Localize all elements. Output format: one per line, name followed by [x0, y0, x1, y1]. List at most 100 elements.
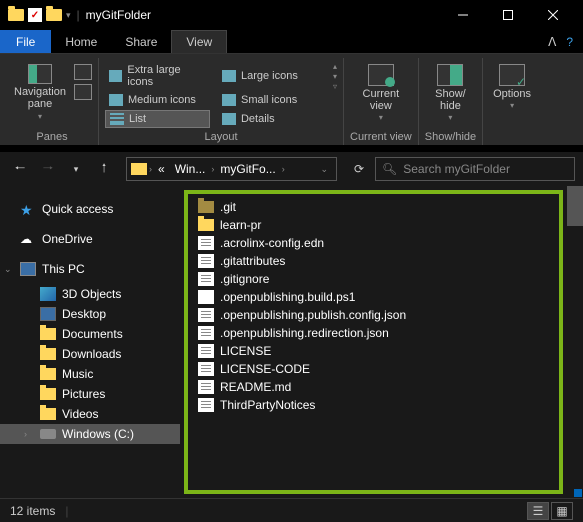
layout-icon [222, 113, 236, 125]
sidebar-item-label: This PC [42, 262, 85, 276]
sidebar-item[interactable]: Downloads [0, 344, 180, 364]
show-hide-button[interactable]: Show/ hide ▾ [431, 62, 470, 125]
tab-share[interactable]: Share [111, 30, 171, 53]
qat-properties-icon[interactable]: ✓ [28, 8, 42, 22]
layout-option[interactable]: List [105, 110, 210, 128]
file-item[interactable]: LICENSE [194, 342, 553, 360]
scrollbar-thumb[interactable] [567, 186, 583, 226]
maximize-button[interactable] [485, 0, 530, 30]
file-icon [198, 362, 214, 376]
sidebar-item[interactable]: Documents [0, 324, 180, 344]
address-dropdown-icon[interactable]: ⌄ [316, 164, 332, 175]
chevron-right-icon[interactable]: › [149, 164, 152, 174]
layout-icon [222, 70, 236, 82]
file-item[interactable]: .acrolinx-config.edn [194, 234, 553, 252]
file-icon [198, 236, 214, 250]
file-item[interactable]: .gitattributes [194, 252, 553, 270]
layout-icon [109, 94, 123, 106]
file-name: .openpublishing.redirection.json [220, 326, 389, 340]
sidebar-item[interactable]: 3D Objects [0, 284, 180, 304]
breadcrumb[interactable]: Win... [171, 162, 210, 176]
chevron-right-icon[interactable]: › [211, 164, 214, 174]
address-bar-row: 🠐 🠒 ▾ 🠑 › « Win... › myGitFo... › ⌄ ⟳ 🔍︎ [0, 152, 583, 186]
file-list[interactable]: .gitlearn-pr.acrolinx-config.edn .gitattr… [184, 190, 563, 494]
layout-option[interactable]: Details [218, 110, 323, 128]
sidebar-item-label: Documents [62, 327, 123, 341]
sidebar-item-thispc[interactable]: ⌄ This PC [0, 254, 180, 284]
layout-option-label: Large icons [241, 70, 298, 82]
file-item[interactable]: LICENSE-CODE [194, 360, 553, 378]
layout-group-label: Layout [204, 129, 237, 145]
sidebar-item[interactable]: Music [0, 364, 180, 384]
sidebar-item-label: Quick access [42, 202, 113, 216]
recent-locations-button[interactable]: ▾ [64, 157, 88, 181]
tab-view[interactable]: View [171, 30, 227, 53]
layout-scroll-down-icon[interactable]: ▾ [333, 72, 337, 81]
chevron-right-icon[interactable]: › [282, 164, 285, 174]
thumbnails-view-button[interactable]: ▦ [551, 502, 573, 520]
breadcrumb[interactable]: « [154, 162, 169, 176]
sidebar-item-onedrive[interactable]: ☁ OneDrive [0, 224, 180, 254]
file-name: .gitattributes [220, 254, 285, 268]
collapse-ribbon-icon[interactable]: ᐱ [548, 35, 556, 49]
breadcrumb[interactable]: myGitFo... [216, 162, 279, 176]
layout-more-icon[interactable]: ▿ [333, 82, 337, 91]
qat-newfolder-icon[interactable] [46, 9, 62, 21]
layout-option[interactable]: Large icons [218, 62, 323, 90]
tab-home[interactable]: Home [51, 30, 111, 53]
details-pane-button[interactable] [74, 84, 92, 100]
tab-file[interactable]: File [0, 30, 51, 53]
layout-option[interactable]: Small icons [218, 92, 323, 108]
file-item[interactable]: .openpublishing.build.ps1 [194, 288, 553, 306]
layout-option-label: Medium icons [128, 94, 196, 106]
sidebar-item[interactable]: Videos [0, 404, 180, 424]
file-icon [198, 254, 214, 268]
layout-option[interactable]: Medium icons [105, 92, 210, 108]
file-item[interactable]: ThirdPartyNotices [194, 396, 553, 414]
search-input[interactable] [403, 162, 568, 176]
layout-option[interactable]: Extra large icons [105, 62, 210, 90]
forward-button[interactable]: 🠒 [36, 157, 60, 181]
current-view-button[interactable]: Current view ▾ [359, 62, 404, 125]
file-icon [198, 272, 214, 286]
file-item[interactable]: learn-pr [194, 216, 553, 234]
navigation-pane-button[interactable]: Navigation pane ▾ [12, 62, 68, 123]
file-name: .openpublishing.build.ps1 [220, 290, 355, 304]
file-item[interactable]: .gitignore [194, 270, 553, 288]
sidebar-item[interactable]: Desktop [0, 304, 180, 324]
sidebar-item[interactable]: ›Windows (C:) [0, 424, 180, 444]
options-button[interactable]: Options ▾ [489, 62, 535, 113]
address-bar[interactable]: › « Win... › myGitFo... › ⌄ [126, 157, 337, 181]
close-button[interactable] [530, 0, 575, 30]
file-icon [198, 398, 214, 412]
refresh-button[interactable]: ⟳ [347, 162, 371, 176]
file-item[interactable]: .openpublishing.redirection.json [194, 324, 553, 342]
file-icon [198, 326, 214, 340]
panes-group-label: Panes [36, 129, 67, 145]
sidebar-item-label: Downloads [62, 347, 121, 361]
sidebar-item[interactable]: Pictures [0, 384, 180, 404]
options-group-label [511, 129, 514, 145]
search-icon: 🔍︎ [382, 162, 397, 176]
file-item[interactable]: .openpublishing.publish.config.json [194, 306, 553, 324]
layout-icon [110, 113, 124, 125]
up-button[interactable]: 🠑 [92, 157, 116, 181]
layout-scroll-up-icon[interactable]: ▴ [333, 62, 337, 71]
file-item[interactable]: .git [194, 198, 553, 216]
navigation-tree[interactable]: ★ Quick access ☁ OneDrive ⌄ This PC 3D O… [0, 186, 180, 498]
caret-down-icon[interactable]: ⌄ [4, 264, 14, 275]
preview-pane-button[interactable] [74, 64, 92, 80]
chevron-down-icon: ▾ [379, 114, 383, 123]
qat-dropdown-icon[interactable]: ▾ [66, 10, 71, 21]
layout-option-label: Extra large icons [127, 64, 206, 88]
help-icon[interactable]: ? [566, 35, 573, 49]
search-box[interactable]: 🔍︎ [375, 157, 575, 181]
minimize-button[interactable] [440, 0, 485, 30]
caret-icon[interactable]: › [24, 429, 34, 439]
back-button[interactable]: 🠐 [8, 157, 32, 181]
details-view-button[interactable]: ☰ [527, 502, 549, 520]
sidebar-item-quickaccess[interactable]: ★ Quick access [0, 194, 180, 224]
file-item[interactable]: README.md [194, 378, 553, 396]
layout-icon [109, 70, 122, 82]
file-icon [198, 380, 214, 394]
